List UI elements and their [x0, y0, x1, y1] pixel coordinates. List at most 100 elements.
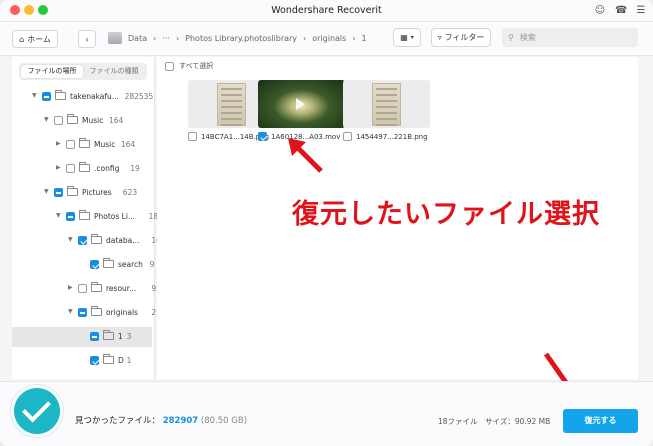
tree-checkbox[interactable]	[66, 140, 75, 149]
found-label: 見つかったファイル：	[75, 416, 161, 426]
file-card[interactable]: 1454497...221B.png	[343, 80, 430, 146]
tree-row[interactable]: D1	[12, 351, 152, 371]
tree-row-name: Music	[94, 140, 116, 149]
folder-icon	[79, 162, 90, 172]
breadcrumb-separator: ›	[352, 33, 356, 43]
document-preview-icon	[217, 83, 246, 126]
breadcrumb: Data › ··· › Photos Library.photoslibrar…	[108, 32, 367, 44]
tab-file-location[interactable]: ファイルの場所	[21, 65, 83, 78]
tree-row[interactable]: ▼ Photos Li... 187	[12, 207, 163, 227]
chevron-right-icon[interactable]: ▶	[56, 164, 61, 171]
select-all[interactable]: すべて選択	[165, 61, 213, 71]
file-thumbnail[interactable]	[258, 80, 345, 128]
tree-row-count: 19	[130, 164, 140, 173]
search-input[interactable]: ⚲ 検索	[502, 28, 638, 47]
tree-row[interactable]: ▶ .config 19	[12, 159, 152, 179]
tree-row-name: originals	[106, 308, 138, 317]
chevron-down-icon[interactable]: ▼	[44, 116, 49, 123]
tree-row[interactable]: ▼ takenakafu... 282535	[12, 87, 153, 107]
tree-checkbox[interactable]	[78, 284, 87, 293]
file-checkbox[interactable]	[188, 132, 197, 141]
tree-checkbox[interactable]	[42, 92, 51, 101]
breadcrumb-item[interactable]: Data	[128, 34, 147, 43]
tree-checkbox[interactable]	[54, 188, 63, 197]
home-icon: ⌂	[19, 34, 25, 44]
tree-row-name: D	[118, 356, 124, 365]
account-icon[interactable]: ☺	[594, 5, 606, 17]
tree-row[interactable]: ▼databa...16	[12, 231, 161, 251]
tree-row-count: 164	[121, 140, 136, 149]
tree-row-count: 623	[122, 188, 138, 197]
breadcrumb-item-current[interactable]: 1	[362, 34, 367, 43]
tree-checkbox[interactable]	[90, 332, 99, 341]
tree-row-count: 3	[126, 332, 132, 341]
app-window: Wondershare Recoverit ☺ ☎ ☰ ⌂ ホーム ‹ Data…	[0, 0, 653, 446]
folder-icon	[79, 210, 90, 220]
window-title: Wondershare Recoverit	[271, 5, 382, 16]
view-mode-button[interactable]: ▦ ▾	[393, 28, 421, 47]
file-checkbox[interactable]	[343, 132, 352, 141]
chevron-down-icon: ▾	[410, 34, 414, 41]
play-icon	[296, 98, 305, 110]
folder-icon	[91, 282, 102, 292]
tree-checkbox[interactable]	[90, 260, 99, 269]
folder-icon	[55, 90, 66, 100]
chevron-down-icon[interactable]: ▼	[44, 188, 49, 195]
folder-icon	[103, 258, 114, 268]
breadcrumb-item[interactable]: Photos Library.photoslibrary	[185, 34, 297, 43]
sidebar: ファイルの場所 ファイルの種類 ▼ takenakafu... 282535 ▼ Mus…	[12, 57, 163, 379]
chevron-down-icon[interactable]: ▼	[56, 212, 61, 219]
folder-icon	[67, 186, 78, 196]
tree-row-name: Photos Li...	[94, 212, 136, 221]
recover-button[interactable]: 復元する	[563, 409, 638, 433]
breadcrumb-item[interactable]: ···	[162, 34, 170, 43]
breadcrumb-separator: ›	[153, 33, 157, 43]
tree-row-name: 1	[118, 332, 123, 341]
tree-row[interactable]: 13	[12, 327, 152, 347]
tree-row[interactable]: ▶resour...95	[12, 279, 161, 299]
home-button[interactable]: ⌂ ホーム	[12, 30, 58, 48]
select-all-checkbox[interactable]	[165, 61, 174, 71]
chevron-right-icon[interactable]: ▶	[56, 140, 61, 147]
menu-icon[interactable]: ☰	[635, 5, 647, 17]
video-preview-icon	[258, 80, 345, 128]
tree-checkbox[interactable]	[66, 212, 75, 221]
tree-row-name: Music	[82, 116, 104, 125]
tree-checkbox[interactable]	[78, 308, 87, 317]
search-placeholder: 検索	[519, 33, 536, 42]
sidebar-tabs: ファイルの場所 ファイルの種類	[19, 63, 147, 80]
tree-checkbox[interactable]	[90, 356, 99, 365]
file-checkbox[interactable]	[258, 132, 267, 141]
tree-row[interactable]: search 9	[12, 255, 155, 275]
tree-row-count: 9	[149, 260, 155, 269]
toolbar: ⌂ ホーム ‹ Data › ··· › Photos Library.phot…	[0, 22, 653, 56]
tree-row-name: search	[118, 260, 143, 269]
found-files-summary: 見つかったファイル： 282907 (80.50 GB)	[75, 414, 247, 426]
tree-checkbox[interactable]	[78, 236, 87, 245]
tree-row-count: 164	[109, 116, 124, 125]
back-button[interactable]: ‹	[78, 30, 96, 48]
support-icon[interactable]: ☎	[615, 5, 627, 17]
status-footer: 見つかったファイル： 282907 (80.50 GB) 18ファイル サイズ：…	[0, 381, 653, 446]
file-thumbnail[interactable]	[343, 80, 430, 128]
breadcrumb-item[interactable]: originals	[312, 34, 346, 43]
chevron-right-icon[interactable]: ▶	[68, 284, 73, 291]
tree-row-name: Pictures	[82, 188, 112, 197]
chevron-down-icon[interactable]: ▼	[68, 236, 73, 243]
file-name: 1454497...221B.png	[356, 132, 428, 141]
search-icon: ⚲	[508, 33, 514, 42]
tree-row[interactable]: ▼ Pictures 623	[12, 183, 152, 203]
tree-row[interactable]: ▼ Music 164	[12, 111, 152, 131]
tree-row[interactable]: ▶ Music 164	[12, 135, 152, 155]
tab-file-type[interactable]: ファイルの種類	[83, 65, 145, 78]
folder-icon	[103, 330, 114, 340]
tree-checkbox[interactable]	[66, 164, 75, 173]
chevron-down-icon[interactable]: ▼	[32, 92, 37, 99]
folder-icon	[103, 354, 114, 364]
filter-button-label: フィルター	[444, 33, 485, 42]
tree-row[interactable]: ▼originals25	[12, 303, 161, 323]
tree-checkbox[interactable]	[54, 116, 63, 125]
filter-button[interactable]: ▿ フィルター	[431, 28, 491, 47]
chevron-down-icon[interactable]: ▼	[68, 308, 73, 315]
folder-icon	[91, 234, 102, 244]
